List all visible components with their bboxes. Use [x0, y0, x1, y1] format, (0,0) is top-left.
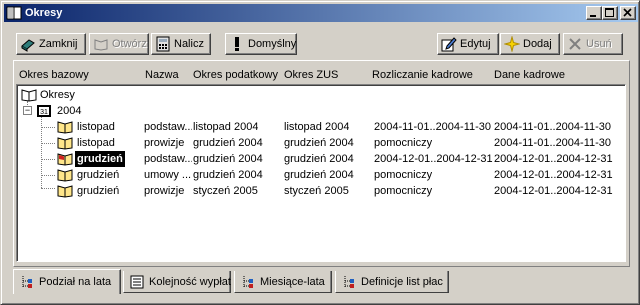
collapse-icon[interactable]: −	[23, 106, 32, 115]
maximize-icon	[605, 8, 614, 17]
column-header-okres-podatkowy[interactable]: Okres podatkowy	[191, 66, 279, 84]
minimize-icon	[590, 15, 596, 17]
book-icon	[57, 169, 73, 182]
table-row-selected[interactable]: grudzień podstaw... grudzień 2004 grudzi…	[17, 151, 625, 167]
sparkle-add-icon	[504, 36, 520, 52]
minimize-button[interactable]	[586, 6, 602, 20]
calculator-icon	[156, 36, 170, 52]
book-icon	[57, 121, 73, 134]
open-book-icon	[21, 89, 37, 102]
book-icon	[57, 185, 73, 198]
list-icon	[130, 275, 144, 288]
table-row[interactable]: grudzień prowizje styczeń 2005 styczeń 2…	[17, 183, 625, 199]
column-header-dane-kadrowe[interactable]: Dane kadrowe	[492, 66, 606, 84]
app-book-icon	[6, 6, 22, 20]
tree-node-year[interactable]: − 31 2004	[20, 103, 220, 119]
column-header-rozliczanie-kadrowe[interactable]: Rozliczanie kadrowe	[370, 66, 488, 84]
tab-kolejnosc-wyplat[interactable]: Kolejność wypłat	[123, 271, 231, 293]
okresy-window: Okresy Zamknij Otwórz Nalicz Domyślny Ed…	[0, 0, 640, 305]
book-icon	[57, 137, 73, 150]
tab-definicje-list-plac[interactable]: Definicje list płac	[335, 271, 449, 293]
dodaj-button[interactable]: Dodaj	[500, 33, 560, 55]
table-row[interactable]: listopad podstaw... listopad 2004 listop…	[17, 119, 625, 135]
close-icon	[623, 8, 632, 17]
column-header-nazwa[interactable]: Nazwa	[143, 66, 187, 84]
domyslny-button[interactable]: Domyślny	[225, 33, 297, 55]
svg-text:31: 31	[40, 109, 48, 116]
tree-view-icon	[344, 275, 354, 288]
otworz-button[interactable]: Otwórz	[89, 33, 149, 55]
tree-view-icon	[243, 275, 253, 288]
window-title: Okresy	[25, 7, 63, 19]
edytuj-button[interactable]: Edytuj	[437, 33, 499, 55]
column-header-okres-bazowy[interactable]: Okres bazowy	[17, 66, 129, 84]
calendar-book-icon: 31	[37, 105, 51, 117]
usun-button[interactable]: Usuń	[563, 33, 623, 55]
open-book-icon	[94, 39, 108, 51]
column-header-okres-zus[interactable]: Okres ZUS	[282, 66, 364, 84]
title-bar[interactable]: Okresy	[4, 4, 638, 22]
tree-view-icon	[22, 276, 32, 288]
maximize-button[interactable]	[602, 6, 618, 20]
exclamation-icon	[235, 37, 239, 51]
edit-icon	[441, 37, 457, 52]
zamknij-button[interactable]: Zamknij	[16, 33, 86, 55]
okresy-tree[interactable]: Okresy − 31 2004 listopad podstaw... lis…	[16, 84, 626, 262]
tree-root-okresy[interactable]: Okresy	[20, 87, 220, 103]
tab-podzial-na-lata[interactable]: Podział na lata	[13, 269, 121, 294]
book-icon	[57, 153, 73, 166]
close-book-icon	[21, 39, 35, 52]
delete-icon	[569, 38, 581, 50]
nalicz-button[interactable]: Nalicz	[151, 33, 211, 55]
table-row[interactable]: listopad prowizje grudzień 2004 grudzień…	[17, 135, 625, 151]
tab-miesiace-lata[interactable]: Miesiące-lata	[234, 271, 332, 293]
table-row[interactable]: grudzień umowy ... grudzień 2004 grudzie…	[17, 167, 625, 183]
close-button[interactable]	[620, 6, 636, 20]
